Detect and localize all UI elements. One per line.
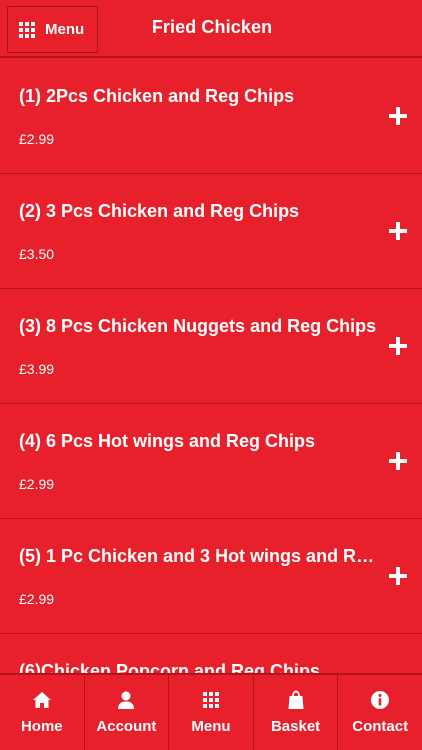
list-item[interactable]: (1) 2Pcs Chicken and Reg Chips £2.99 <box>0 59 422 174</box>
product-list[interactable]: (1) 2Pcs Chicken and Reg Chips £2.99 (2)… <box>0 59 422 675</box>
item-name: (1) 2Pcs Chicken and Reg Chips <box>19 86 295 106</box>
grid-icon <box>202 692 219 708</box>
plus-icon[interactable] <box>389 337 407 355</box>
nav-label: Basket <box>270 718 321 735</box>
nav-contact[interactable]: Contact <box>338 675 422 750</box>
nav-label: Menu <box>191 718 231 735</box>
home-icon <box>32 690 52 710</box>
list-item[interactable]: (6)Chicken Popcorn and Reg Chips <box>0 634 422 675</box>
nav-basket[interactable]: Basket <box>254 675 339 750</box>
item-price: £2.99 <box>19 131 55 147</box>
list-item[interactable]: (4) 6 Pcs Hot wings and Reg Chips £2.99 <box>0 404 422 519</box>
plus-icon[interactable] <box>389 567 407 585</box>
item-name: (3) 8 Pcs Chicken Nuggets and Reg Chips <box>19 316 377 336</box>
info-icon <box>370 690 390 710</box>
item-price: £3.50 <box>19 246 55 262</box>
list-item[interactable]: (5) 1 Pc Chicken and 3 Hot wings and Reg… <box>0 519 422 634</box>
item-name: (4) 6 Pcs Hot wings and Reg Chips <box>19 431 316 451</box>
nav-label: Home <box>20 718 63 735</box>
item-price: £2.99 <box>19 476 55 492</box>
item-price: £2.99 <box>19 591 55 607</box>
plus-icon[interactable] <box>389 452 407 470</box>
item-price: £3.99 <box>19 361 55 377</box>
nav-menu[interactable]: Menu <box>169 675 254 750</box>
item-name: (2) 3 Pcs Chicken and Reg Chips <box>19 201 300 221</box>
account-icon <box>116 690 136 710</box>
item-name: (5) 1 Pc Chicken and 3 Hot wings and Reg… <box>19 546 379 566</box>
header: Menu Fried Chicken <box>0 0 422 58</box>
plus-icon[interactable] <box>389 107 407 125</box>
page-title: Fried Chicken <box>151 17 273 37</box>
list-item[interactable]: (2) 3 Pcs Chicken and Reg Chips £3.50 <box>0 174 422 289</box>
list-item[interactable]: (3) 8 Pcs Chicken Nuggets and Reg Chips … <box>0 289 422 404</box>
bottom-nav: Home Account Menu Basket Contact <box>0 673 422 750</box>
nav-label: Account <box>96 718 157 735</box>
basket-icon <box>286 690 306 710</box>
nav-label: Contact <box>352 718 409 735</box>
nav-home[interactable]: Home <box>0 675 85 750</box>
plus-icon[interactable] <box>389 222 407 240</box>
nav-account[interactable]: Account <box>85 675 170 750</box>
